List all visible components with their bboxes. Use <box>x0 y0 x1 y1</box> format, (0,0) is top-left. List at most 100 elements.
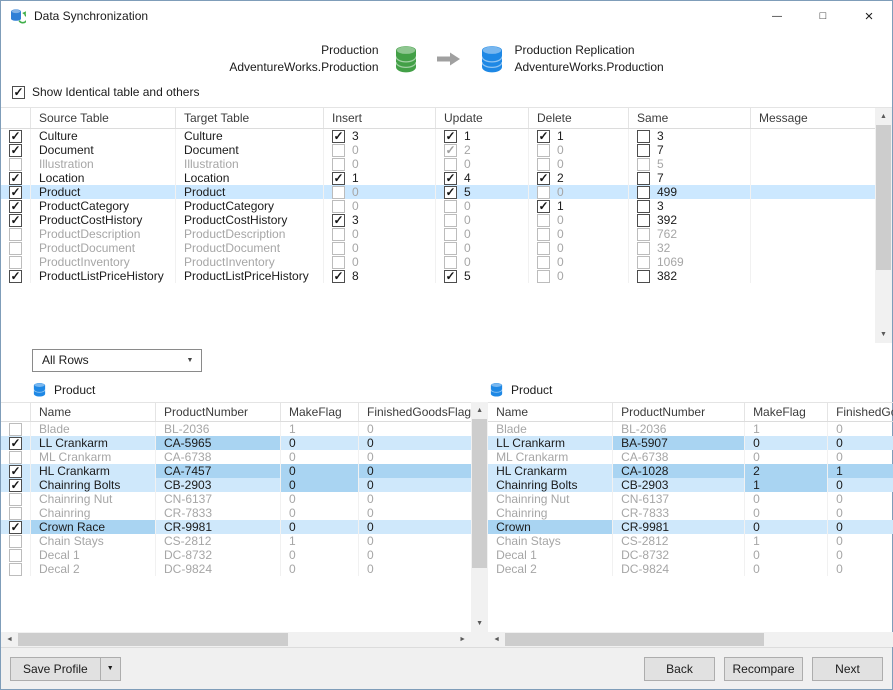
same-checkbox[interactable] <box>637 256 650 269</box>
source-grid-vertical-scrollbar[interactable]: ▲ ▼ <box>471 402 488 632</box>
select-column-header[interactable] <box>1 108 31 128</box>
row-checkbox[interactable] <box>9 521 22 534</box>
insert-checkbox[interactable] <box>332 270 345 283</box>
close-button[interactable]: × <box>846 1 892 31</box>
insert-checkbox[interactable] <box>332 200 345 213</box>
show-identical-checkbox[interactable]: Show Identical table and others <box>12 85 199 99</box>
table-row[interactable]: ProductProduct050499 <box>1 185 875 199</box>
same-checkbox[interactable] <box>637 242 650 255</box>
delete-checkbox[interactable] <box>537 186 550 199</box>
update-checkbox[interactable] <box>444 270 457 283</box>
minimize-button[interactable]: — <box>754 1 800 31</box>
column-header-name[interactable]: Name <box>31 403 156 421</box>
scrollbar-track[interactable] <box>505 632 893 647</box>
column-header-target-table[interactable]: Target Table <box>176 108 324 128</box>
table-row[interactable]: Decal 2DC-982400 <box>1 562 471 576</box>
table-row[interactable]: ProductDocumentProductDocument00032 <box>1 241 875 255</box>
table-row[interactable]: ML CrankarmCA-673800 <box>1 450 471 464</box>
insert-checkbox[interactable] <box>332 228 345 241</box>
column-header-name[interactable]: Name <box>488 403 613 421</box>
maximize-button[interactable]: □ <box>800 1 846 31</box>
table-row[interactable]: ML CrankarmCA-673800 <box>488 450 893 464</box>
row-checkbox[interactable] <box>9 270 22 283</box>
column-header-same[interactable]: Same <box>629 108 751 128</box>
table-row[interactable]: ChainringCR-783300 <box>1 506 471 520</box>
table-row[interactable]: ProductCostHistoryProductCostHistory3003… <box>1 213 875 227</box>
update-checkbox[interactable] <box>444 130 457 143</box>
insert-checkbox[interactable] <box>332 256 345 269</box>
table-row[interactable]: Decal 1DC-873200 <box>488 548 893 562</box>
scroll-down-arrow-icon[interactable]: ▼ <box>471 615 488 632</box>
table-row[interactable]: HL CrankarmCA-745700 <box>1 464 471 478</box>
column-header-insert[interactable]: Insert <box>324 108 436 128</box>
table-row[interactable]: DocumentDocument0207 <box>1 143 875 157</box>
update-checkbox[interactable] <box>444 228 457 241</box>
same-checkbox[interactable] <box>637 158 650 171</box>
table-row[interactable]: Decal 2DC-982400 <box>488 562 893 576</box>
scrollbar-thumb[interactable] <box>505 633 764 646</box>
same-checkbox[interactable] <box>637 186 650 199</box>
scrollbar-thumb[interactable] <box>472 419 487 568</box>
insert-checkbox[interactable] <box>332 130 345 143</box>
table-row[interactable]: IllustrationIllustration0005 <box>1 157 875 171</box>
row-checkbox[interactable] <box>9 479 22 492</box>
delete-checkbox[interactable] <box>537 214 550 227</box>
insert-checkbox[interactable] <box>332 172 345 185</box>
scroll-down-arrow-icon[interactable]: ▼ <box>875 326 892 343</box>
row-checkbox[interactable] <box>9 437 22 450</box>
row-checkbox[interactable] <box>9 172 22 185</box>
save-profile-button[interactable]: Save Profile <box>10 657 100 681</box>
delete-checkbox[interactable] <box>537 256 550 269</box>
same-checkbox[interactable] <box>637 228 650 241</box>
delete-checkbox[interactable] <box>537 130 550 143</box>
table-row[interactable]: ChainringCR-783300 <box>488 506 893 520</box>
target-grid-horizontal-scrollbar[interactable]: ◄ ► <box>488 632 893 647</box>
table-row[interactable]: LocationLocation1427 <box>1 171 875 185</box>
scrollbar-track[interactable] <box>18 632 454 647</box>
table-row[interactable]: ProductCategoryProductCategory0013 <box>1 199 875 213</box>
row-checkbox[interactable] <box>9 535 22 548</box>
delete-checkbox[interactable] <box>537 200 550 213</box>
column-header-finishedgoodsflag[interactable]: FinishedGoodsFlag <box>359 403 471 421</box>
table-row[interactable]: Decal 1DC-873200 <box>1 548 471 562</box>
source-grid-horizontal-scrollbar[interactable]: ◄ ► <box>1 632 488 647</box>
table-row[interactable]: ProductDescriptionProductDescription0007… <box>1 227 875 241</box>
table-row[interactable]: BladeBL-203610 <box>488 422 893 436</box>
table-row[interactable]: LL CrankarmCA-596500 <box>1 436 471 450</box>
same-checkbox[interactable] <box>637 200 650 213</box>
table-row[interactable]: BladeBL-203610 <box>1 422 471 436</box>
table-row[interactable]: CrownCR-998100 <box>488 520 893 534</box>
row-checkbox[interactable] <box>9 200 22 213</box>
table-row[interactable]: Chain StaysCS-281210 <box>1 534 471 548</box>
table-row[interactable]: ProductListPriceHistoryProductListPriceH… <box>1 269 875 283</box>
delete-checkbox[interactable] <box>537 158 550 171</box>
scroll-left-arrow-icon[interactable]: ◄ <box>1 632 18 647</box>
column-header-productnumber[interactable]: ProductNumber <box>613 403 745 421</box>
recompare-button[interactable]: Recompare <box>724 657 803 681</box>
row-checkbox[interactable] <box>9 158 22 171</box>
column-header-message[interactable]: Message <box>751 108 875 128</box>
table-row[interactable]: HL CrankarmCA-102821 <box>488 464 893 478</box>
delete-checkbox[interactable] <box>537 270 550 283</box>
row-checkbox[interactable] <box>9 144 22 157</box>
row-checkbox[interactable] <box>9 256 22 269</box>
column-header-source-table[interactable]: Source Table <box>31 108 176 128</box>
scrollbar-thumb[interactable] <box>18 633 288 646</box>
table-row[interactable]: LL CrankarmBA-590700 <box>488 436 893 450</box>
insert-checkbox[interactable] <box>332 158 345 171</box>
scroll-up-arrow-icon[interactable]: ▲ <box>471 402 488 419</box>
same-checkbox[interactable] <box>637 214 650 227</box>
table-row[interactable]: Chainring BoltsCB-290310 <box>488 478 893 492</box>
row-checkbox[interactable] <box>9 423 22 436</box>
delete-checkbox[interactable] <box>537 144 550 157</box>
same-checkbox[interactable] <box>637 144 650 157</box>
row-checkbox[interactable] <box>9 507 22 520</box>
column-header-makeflag[interactable]: MakeFlag <box>281 403 359 421</box>
row-checkbox[interactable] <box>9 186 22 199</box>
insert-checkbox[interactable] <box>332 144 345 157</box>
select-column-header[interactable] <box>1 403 31 421</box>
back-button[interactable]: Back <box>644 657 715 681</box>
scroll-left-arrow-icon[interactable]: ◄ <box>488 632 505 647</box>
rows-filter-dropdown[interactable]: All Rows ▼ <box>32 349 202 372</box>
table-row[interactable]: Chainring NutCN-613700 <box>488 492 893 506</box>
